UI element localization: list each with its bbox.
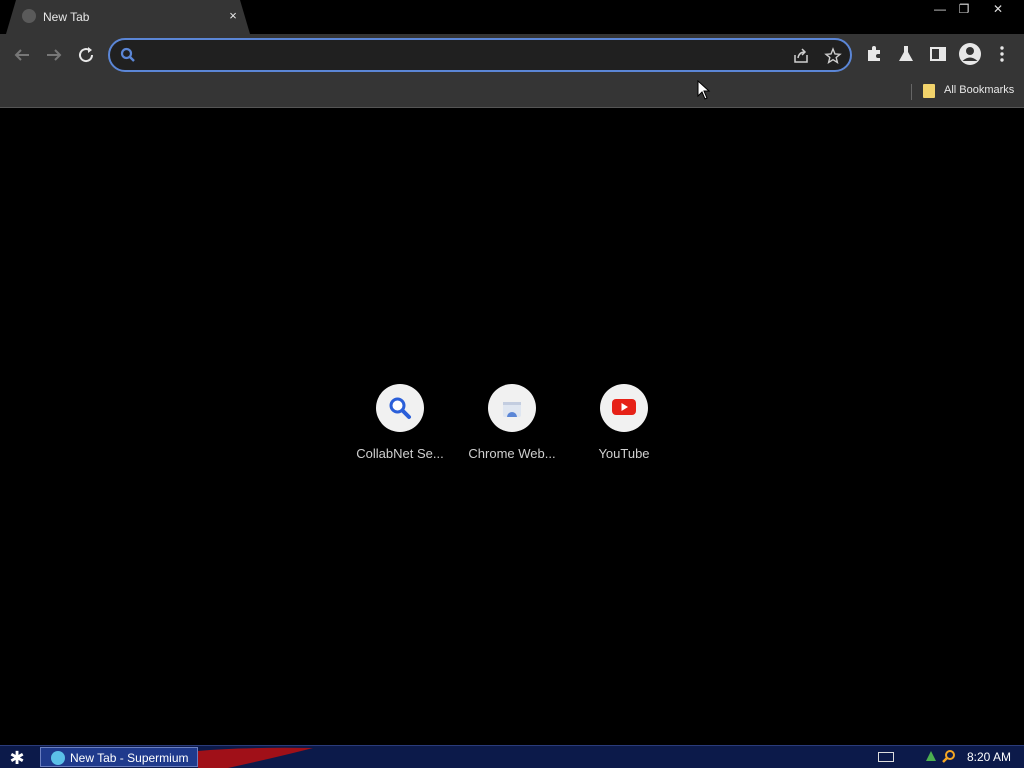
- labs-flask-icon[interactable]: [896, 44, 916, 64]
- restore-button[interactable]: ❐: [952, 0, 976, 18]
- extensions-icon[interactable]: [864, 44, 884, 64]
- folder-icon: [923, 84, 935, 98]
- tab-new-tab[interactable]: New Tab ×: [6, 0, 250, 34]
- more-menu-icon[interactable]: [993, 44, 1011, 64]
- start-button[interactable]: ✱: [6, 748, 28, 768]
- reload-icon[interactable]: [75, 44, 97, 66]
- search-icon: [120, 47, 135, 62]
- shortcut-youtube[interactable]: YouTube: [576, 384, 672, 461]
- bookmarks-separator: [911, 84, 912, 100]
- star-icon[interactable]: [824, 47, 842, 65]
- taskbar-item-browser[interactable]: New Tab - Supermium: [40, 747, 198, 767]
- share-icon[interactable]: [792, 47, 810, 65]
- tab-title: New Tab: [43, 10, 90, 24]
- shortcut-label: Chrome Web...: [468, 446, 556, 461]
- taskbar: ✱ New Tab - Supermium 8:20 AM: [0, 745, 1024, 768]
- mouse-cursor-icon: [697, 80, 711, 100]
- back-icon[interactable]: [11, 44, 33, 66]
- all-bookmarks-button[interactable]: All Bookmarks: [944, 84, 1014, 96]
- network-icon[interactable]: [924, 749, 938, 763]
- profile-avatar-icon[interactable]: [958, 42, 982, 66]
- shortcut-icon-circle: [488, 384, 536, 432]
- shortcut-icon-circle: [376, 384, 424, 432]
- minimize-button[interactable]: —: [928, 0, 952, 18]
- title-bar: New Tab × — ❐ ✕: [0, 0, 1024, 34]
- keyboard-icon[interactable]: [878, 752, 894, 762]
- browser-icon: [51, 751, 65, 765]
- search-tray-icon[interactable]: [942, 749, 956, 763]
- forward-icon[interactable]: [43, 44, 65, 66]
- close-window-button[interactable]: ✕: [986, 0, 1010, 18]
- taskbar-item-label: New Tab - Supermium: [70, 751, 189, 765]
- decorative-swoosh: [198, 747, 313, 768]
- globe-icon: [22, 9, 36, 23]
- address-input[interactable]: [142, 45, 782, 65]
- youtube-icon: [612, 399, 636, 415]
- side-panel-icon[interactable]: [928, 44, 948, 64]
- shortcut-chrome-web-store[interactable]: Chrome Web...: [464, 384, 560, 461]
- tab-close-button[interactable]: ×: [226, 9, 240, 23]
- web-store-icon: [503, 402, 521, 417]
- shortcut-collabnet[interactable]: CollabNet Se...: [352, 384, 448, 461]
- bookmarks-bar: All Bookmarks: [0, 76, 1024, 108]
- shortcut-icon-circle: [600, 384, 648, 432]
- omnibox[interactable]: [108, 38, 852, 72]
- shortcut-label: YouTube: [598, 446, 650, 461]
- clock: 8:20 AM: [967, 750, 1012, 764]
- shortcut-label: CollabNet Se...: [356, 446, 444, 461]
- search-magnifier-icon: [389, 397, 411, 419]
